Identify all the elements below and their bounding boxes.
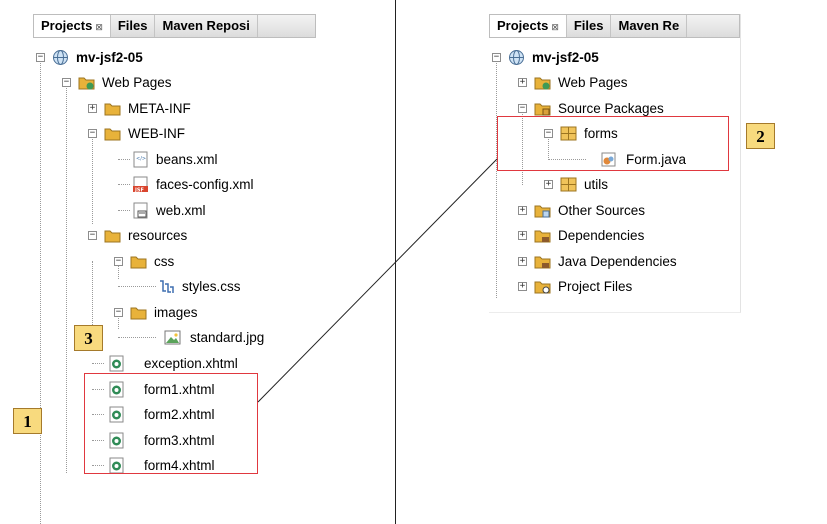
badge-2: 2	[746, 123, 775, 149]
connector-line	[257, 158, 498, 403]
connector-line-segment	[257, 158, 498, 403]
badge-1: 1	[13, 408, 42, 434]
badge-3: 3	[74, 325, 103, 351]
